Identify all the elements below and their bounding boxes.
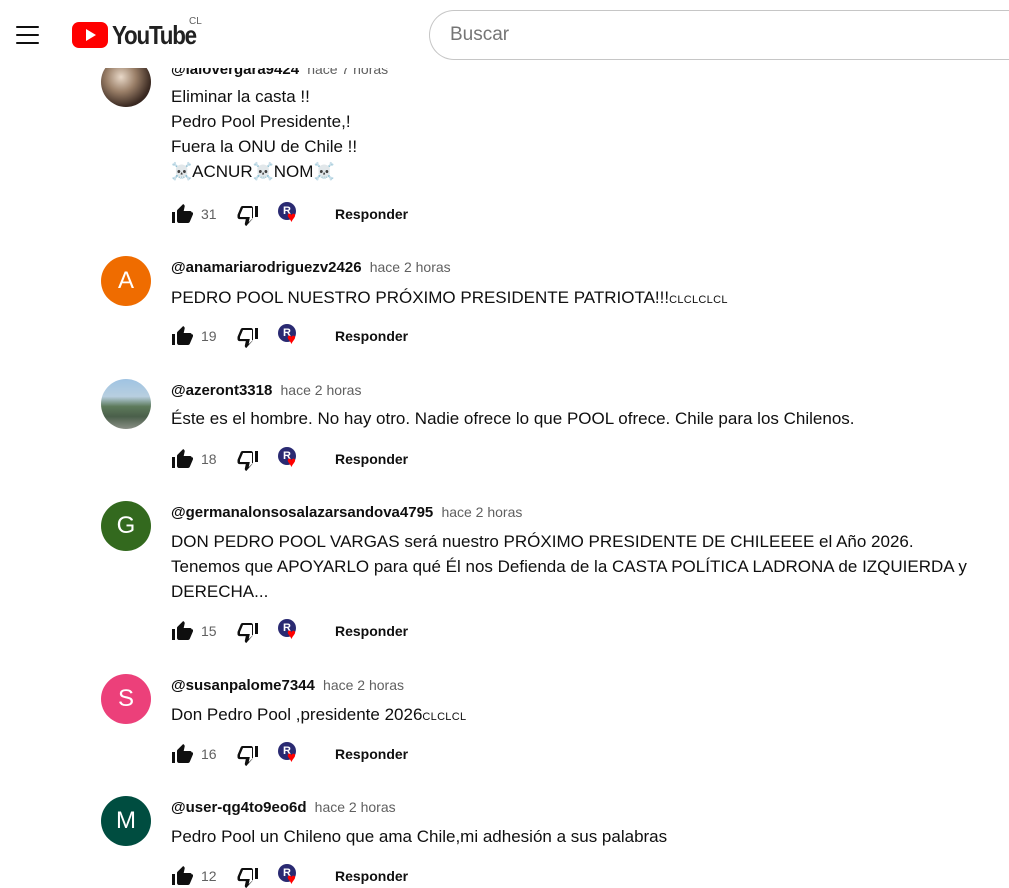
like-count: 16 xyxy=(201,746,217,762)
comment-time[interactable]: hace 2 horas xyxy=(441,504,522,520)
avatar-letter: M xyxy=(116,807,136,834)
like-button[interactable] xyxy=(169,741,195,767)
thumbs-down-icon xyxy=(237,868,258,888)
menu-icon[interactable] xyxy=(12,20,44,52)
comment-actions: 16 R ♥ Responder xyxy=(169,741,408,767)
comment-text: Pedro Pool un Chileno que ama Chile,mi a… xyxy=(171,827,668,846)
reply-button[interactable]: Responder xyxy=(335,864,408,888)
dislike-button[interactable] xyxy=(235,863,261,888)
like-count: 19 xyxy=(201,328,217,344)
thumbs-down-icon xyxy=(237,623,258,643)
like-button[interactable] xyxy=(169,323,195,349)
comment-actions: 15 R ♥ Responder xyxy=(169,618,408,644)
avatar[interactable] xyxy=(101,379,151,429)
comment-author[interactable]: @germanalonsosalazarsandova4795 xyxy=(171,504,433,521)
dislike-button[interactable] xyxy=(235,618,261,644)
comment-header: @user-qg4to9eo6d hace 2 horas xyxy=(171,798,396,817)
heart-icon: ♥ xyxy=(287,749,296,766)
heart-icon: ♥ xyxy=(287,454,296,471)
creator-heart-icon: R ♥ xyxy=(277,618,303,644)
youtube-logo-icon xyxy=(72,22,108,48)
comment-text: Don Pedro Pool ,presidente 2026CLCLCL xyxy=(171,702,971,730)
creator-heart-icon: R ♥ xyxy=(277,446,303,472)
avatar[interactable]: M xyxy=(101,796,151,846)
comment-text-body: PEDRO POOL NUESTRO PRÓXIMO PRESIDENTE PA… xyxy=(171,288,670,307)
comment-header: @anamariarodriguezv2426 hace 2 horas xyxy=(171,258,451,277)
reply-button[interactable]: Responder xyxy=(335,742,408,766)
comment-author[interactable]: @anamariarodriguezv2426 xyxy=(171,259,362,276)
comments-section: @lalovergara9424 hace 7 horas Eliminar l… xyxy=(0,0,1009,888)
thumbs-down-icon xyxy=(237,746,258,766)
reply-button[interactable]: Responder xyxy=(335,202,408,226)
heart-icon: ♥ xyxy=(287,209,296,226)
comment-text-body: Don Pedro Pool ,presidente 2026 xyxy=(171,705,423,724)
heart-icon: ♥ xyxy=(287,331,296,348)
comment-actions: 18 R ♥ Responder xyxy=(169,446,408,472)
comment-actions: 31 R ♥ Responder xyxy=(169,201,408,227)
avatar[interactable]: G xyxy=(101,501,151,551)
creator-heart-icon: R ♥ xyxy=(277,741,303,767)
creator-heart-icon: R ♥ xyxy=(277,323,303,349)
flag-emoji-text: CLCLCL xyxy=(422,711,467,723)
thumbs-up-icon xyxy=(172,744,193,763)
comment-text: Eliminar la casta !! Pedro Pool Presiden… xyxy=(171,87,358,181)
avatar-letter: G xyxy=(116,512,136,539)
heart-icon: ♥ xyxy=(287,626,296,643)
thumbs-up-icon xyxy=(172,621,193,640)
comment-actions: 19 R ♥ Responder xyxy=(169,323,408,349)
comment-actions: 12 R ♥ Responder xyxy=(169,863,408,888)
comment-time[interactable]: hace 2 horas xyxy=(315,799,396,815)
reply-button[interactable]: Responder xyxy=(335,619,408,643)
avatar-letter: A xyxy=(117,267,134,294)
dislike-button[interactable] xyxy=(235,201,261,227)
avatar[interactable]: A xyxy=(101,256,151,306)
comment-author[interactable]: @susanpalome7344 xyxy=(171,677,315,694)
comment-text: DON PEDRO POOL VARGAS será nuestro PRÓXI… xyxy=(171,532,967,601)
dislike-button[interactable] xyxy=(235,446,261,472)
thumbs-up-icon xyxy=(172,204,193,223)
creator-heart-icon: R ♥ xyxy=(277,863,303,888)
comment-author[interactable]: @user-qg4to9eo6d xyxy=(171,799,306,816)
country-code: CL xyxy=(189,16,202,27)
reply-button[interactable]: Responder xyxy=(335,447,408,471)
masthead: YouTube CL xyxy=(0,0,1009,68)
comment-header: @germanalonsosalazarsandova4795 hace 2 h… xyxy=(171,503,522,522)
avatar[interactable]: S xyxy=(101,674,151,724)
flag-emoji-text: CLCLCLCL xyxy=(669,294,728,306)
comment-time[interactable]: hace 2 horas xyxy=(281,382,362,398)
comment-text: Éste es el hombre. No hay otro. Nadie of… xyxy=(171,409,855,428)
heart-icon: ♥ xyxy=(287,871,296,888)
comment-text: PEDRO POOL NUESTRO PRÓXIMO PRESIDENTE PA… xyxy=(171,285,971,313)
search-box[interactable] xyxy=(429,10,1009,60)
thumbs-up-icon xyxy=(172,326,193,345)
comment-author[interactable]: @azeront3318 xyxy=(171,382,272,399)
like-button[interactable] xyxy=(169,618,195,644)
comment-time[interactable]: hace 2 horas xyxy=(323,677,404,693)
dislike-button[interactable] xyxy=(235,323,261,349)
creator-heart-icon: R ♥ xyxy=(277,201,303,227)
comment-header: @susanpalome7344 hace 2 horas xyxy=(171,676,404,695)
thumbs-down-icon xyxy=(237,451,258,471)
like-count: 31 xyxy=(201,206,217,222)
thumbs-down-icon xyxy=(237,206,258,226)
like-button[interactable] xyxy=(169,863,195,888)
logo-text: YouTube xyxy=(112,20,197,50)
like-count: 18 xyxy=(201,451,217,467)
reply-button[interactable]: Responder xyxy=(335,324,408,348)
like-count: 12 xyxy=(201,868,217,884)
like-count: 15 xyxy=(201,623,217,639)
thumbs-up-icon xyxy=(172,449,193,468)
thumbs-down-icon xyxy=(237,328,258,348)
search-input[interactable] xyxy=(450,24,1009,46)
comment-time[interactable]: hace 2 horas xyxy=(370,259,451,275)
like-button[interactable] xyxy=(169,201,195,227)
comment-header: @azeront3318 hace 2 horas xyxy=(171,381,361,400)
thumbs-up-icon xyxy=(172,866,193,885)
avatar-letter: S xyxy=(117,685,134,712)
dislike-button[interactable] xyxy=(235,741,261,767)
like-button[interactable] xyxy=(169,446,195,472)
